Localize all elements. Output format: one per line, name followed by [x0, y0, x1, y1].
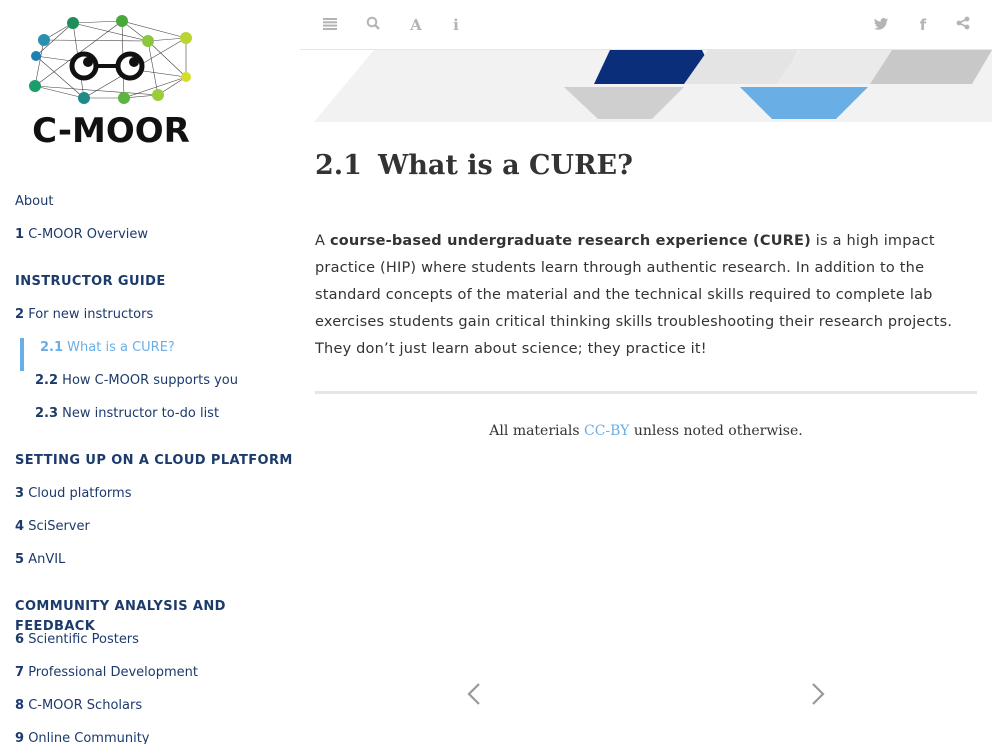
- sidebar-item-number: 2: [15, 307, 25, 322]
- sidebar-item-label: About: [15, 194, 54, 209]
- share-icon[interactable]: [952, 14, 974, 36]
- sidebar-item[interactable]: 3 Cloud platforms: [15, 484, 294, 517]
- sidebar-item-label: Cloud platforms: [28, 486, 132, 501]
- sidebar-item-label: SciServer: [28, 519, 90, 534]
- sidebar-item-label: Online Community: [28, 731, 150, 744]
- sidebar-item[interactable]: 2.3 New instructor to-do list: [15, 404, 294, 437]
- header-banner-image: [314, 50, 992, 122]
- sidebar-section-header: COMMUNITY ANALYSIS AND FEEDBACK: [15, 599, 226, 634]
- footer-suffix: unless noted otherwise.: [629, 423, 803, 439]
- sidebar-item[interactable]: 7 Professional Development: [15, 663, 294, 696]
- para-rest: is a high impact practice (HIP) where st…: [315, 233, 953, 357]
- sidebar-item[interactable]: 6 Scientific Posters: [15, 630, 294, 663]
- footer-prefix: All materials: [489, 423, 584, 439]
- sidebar-item[interactable]: 1 C-MOOR Overview: [15, 225, 294, 258]
- sidebar-item-label: C-MOOR Overview: [28, 227, 149, 242]
- sidebar-item-label: Scientific Posters: [28, 632, 139, 647]
- cure-term: course-based undergraduate research expe…: [329, 233, 811, 249]
- sidebar-item-label: For new instructors: [28, 307, 154, 322]
- twitter-icon[interactable]: [870, 14, 892, 36]
- info-icon[interactable]: i: [445, 14, 467, 36]
- license-footer: All materials CC-BY unless noted otherwi…: [315, 423, 977, 439]
- sidebar-item-number: 6: [15, 632, 25, 647]
- sidebar-item-number: 2.1: [40, 340, 64, 355]
- sidebar-item-number: 8: [15, 698, 25, 713]
- sidebar-item-label: New instructor to-do list: [62, 406, 220, 421]
- page-title: 2.1 What is a CURE?: [315, 140, 977, 192]
- sidebar-item-label: How C-MOOR supports you: [62, 373, 238, 388]
- search-icon[interactable]: [362, 14, 384, 36]
- sidebar-item[interactable]: About: [15, 192, 294, 225]
- sidebar-item-label: C-MOOR Scholars: [28, 698, 143, 713]
- sidebar-item-number: 7: [15, 665, 25, 680]
- sidebar-item-number: 3: [15, 486, 25, 501]
- previous-page-icon[interactable]: [464, 682, 484, 712]
- next-page-icon[interactable]: [808, 682, 828, 712]
- font-icon[interactable]: A: [405, 14, 427, 36]
- section-number: 2.1: [315, 150, 362, 181]
- sidebar-item-label: What is a CURE?: [67, 340, 175, 355]
- c-moor-logo[interactable]: C-MOOR: [18, 12, 204, 148]
- sidebar-item[interactable]: 9 Online Community: [15, 729, 294, 744]
- sidebar-section-header: SETTING UP ON A CLOUD PLATFORM: [15, 453, 293, 468]
- cc-by-link[interactable]: CC-BY: [584, 423, 629, 439]
- sidebar-item-number: 5: [15, 552, 25, 567]
- toc-icon[interactable]: [319, 14, 341, 36]
- sidebar-item-label: Professional Development: [28, 665, 198, 680]
- sidebar: C-MOOR About 1 C-MOOR Overview INSTRUCTOR …: [0, 0, 300, 744]
- logo-text: C-MOOR: [32, 111, 190, 148]
- sidebar-item-number: 9: [15, 731, 25, 744]
- sidebar-item-label: AnVIL: [28, 552, 66, 567]
- sidebar-item[interactable]: 2 For new instructors: [15, 305, 294, 338]
- intro-paragraph: A course-based undergraduate research ex…: [315, 228, 977, 363]
- sidebar-item[interactable]: 8 C-MOOR Scholars: [15, 696, 294, 729]
- toc-nav: About 1 C-MOOR Overview INSTRUCTOR GUIDE 2 …: [15, 192, 294, 744]
- sidebar-item-number: 2.3: [35, 406, 59, 421]
- divider: [315, 391, 977, 394]
- facebook-icon[interactable]: f: [912, 14, 934, 36]
- sidebar-item[interactable]: 4 SciServer: [15, 517, 294, 550]
- top-toolbar: A i f: [300, 0, 992, 50]
- sidebar-item-number: 4: [15, 519, 25, 534]
- sidebar-item-number: 2.2: [35, 373, 59, 388]
- para-prefix: A: [315, 233, 330, 249]
- main-content: 2.1 What is a CURE? A course-based underg…: [315, 140, 977, 439]
- sidebar-item-number: 1: [15, 227, 25, 242]
- title-text: What is a CURE?: [377, 150, 633, 181]
- sidebar-item[interactable]: 2.2 How C-MOOR supports you: [15, 371, 294, 404]
- sidebar-item[interactable]: 2.1 What is a CURE?: [20, 338, 294, 371]
- sidebar-section-header: INSTRUCTOR GUIDE: [15, 274, 166, 289]
- sidebar-item[interactable]: 5 AnVIL: [15, 550, 294, 583]
